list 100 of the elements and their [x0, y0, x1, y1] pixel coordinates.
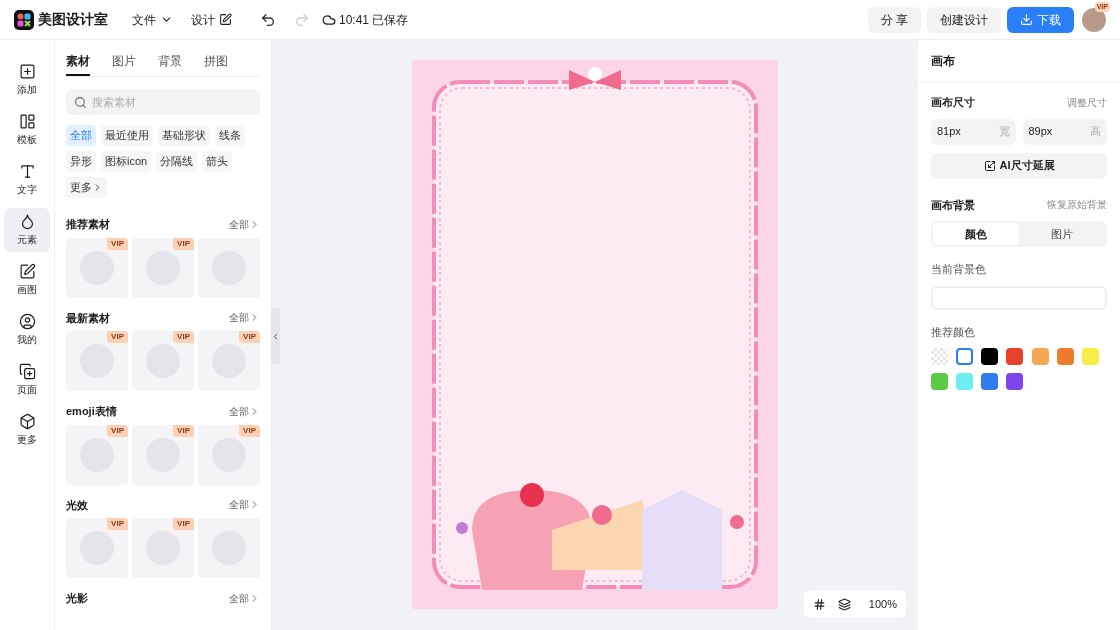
size-unit: 高 [1090, 124, 1101, 140]
filter-chip[interactable]: 全部 [66, 125, 96, 146]
panel-tab[interactable]: 素材 [66, 52, 90, 76]
action-button[interactable]: 创建设计 [927, 6, 1001, 33]
size-field[interactable]: 89px 高 [1022, 118, 1107, 145]
vip-badge: VIP [239, 424, 260, 437]
filter-chip[interactable]: 最近使用 [101, 125, 153, 146]
filter-chip[interactable]: 更多 [66, 177, 107, 198]
collapse-handle[interactable] [271, 308, 280, 364]
element-thumbnail[interactable]: VIP [66, 518, 128, 578]
chevron-right-icon [249, 218, 260, 230]
vip-badge: VIP [173, 424, 194, 437]
action-button[interactable]: 分 享 [867, 6, 921, 33]
section-title: 最新素材 [66, 310, 110, 326]
chevron-right-icon [249, 592, 260, 604]
save-status: 10:41 已保存 [339, 11, 409, 29]
user-circle-icon [18, 313, 36, 330]
rail-tab[interactable]: 我的 [4, 308, 50, 352]
download-button[interactable]: 下载 [1007, 6, 1074, 33]
menu-button[interactable]: 设计 [191, 10, 232, 29]
element-thumbnail[interactable]: VIP [66, 237, 128, 298]
rail-tab[interactable]: 画图 [4, 258, 50, 302]
vip-badge: VIP [107, 331, 128, 343]
color-swatch[interactable] [1006, 348, 1024, 365]
size-unit: 宽 [998, 124, 1010, 140]
rail-tab[interactable]: 页面 [4, 358, 50, 402]
color-swatch[interactable] [1031, 348, 1049, 365]
see-all-link[interactable]: 全部 [229, 216, 260, 232]
rail-tab[interactable]: 文字 [4, 158, 50, 202]
image-placeholder [80, 250, 114, 285]
reset-background-link[interactable]: 恢复原始背景 [1047, 196, 1107, 213]
element-thumbnail[interactable]: VIP [132, 237, 194, 298]
download-icon [1020, 13, 1033, 26]
element-thumbnail[interactable]: VIP [66, 331, 128, 391]
app-name: 美图设计室 [38, 10, 108, 29]
see-all-link[interactable]: 全部 [229, 497, 260, 513]
image-placeholder [80, 437, 114, 472]
filter-chip[interactable]: 分隔线 [156, 151, 198, 172]
filter-chip[interactable]: 箭头 [202, 151, 233, 172]
image-placeholder [212, 437, 246, 472]
transparent-swatch[interactable] [931, 348, 948, 365]
search-field[interactable]: 搜索素材 [66, 89, 260, 115]
plus-square-icon [18, 63, 36, 80]
element-thumbnail[interactable]: VIP [198, 331, 260, 391]
segment-option[interactable]: 颜色 [933, 223, 1019, 245]
size-field[interactable]: 81px 宽 [931, 118, 1016, 145]
chevron-right-icon [249, 499, 260, 511]
vip-badge: VIP [173, 518, 194, 530]
filter-chip[interactable]: 图标icon [101, 151, 152, 172]
element-thumbnail[interactable]: VIP [66, 424, 128, 485]
element-thumbnail[interactable] [198, 237, 260, 298]
search-icon [74, 96, 87, 109]
zoom-level[interactable]: 100% [868, 595, 897, 613]
element-thumbnail[interactable] [198, 518, 260, 578]
rail-tab[interactable]: 元素 [4, 208, 50, 252]
element-thumbnail[interactable]: VIP [132, 518, 194, 578]
see-all-link[interactable]: 全部 [229, 310, 260, 326]
see-all-link[interactable]: 全部 [229, 403, 260, 419]
avatar[interactable] [1082, 7, 1106, 32]
color-swatch[interactable] [931, 373, 948, 390]
text-icon [18, 163, 36, 180]
ai-resize-button[interactable]: AI尺寸延展 [931, 152, 1107, 179]
element-thumbnail[interactable]: VIP [132, 331, 194, 391]
see-all-link[interactable]: 全部 [229, 590, 260, 606]
color-swatch[interactable] [981, 373, 999, 390]
layers-icon[interactable] [837, 597, 851, 611]
element-thumbnail[interactable]: VIP [198, 424, 260, 485]
color-swatch[interactable] [1006, 373, 1024, 390]
size-value: 89px [1028, 124, 1053, 140]
app-logo-icon [14, 9, 34, 30]
panel-tab[interactable]: 拼图 [204, 52, 228, 76]
grid-icon[interactable] [812, 597, 826, 611]
image-placeholder [212, 344, 246, 378]
panel-tab[interactable]: 图片 [112, 52, 136, 76]
color-swatch[interactable] [1056, 348, 1074, 365]
section-title: 推荐素材 [66, 217, 110, 232]
edit-icon [219, 13, 232, 26]
section-title: 画布尺寸 [931, 95, 975, 110]
undo-icon[interactable] [260, 11, 276, 28]
color-swatch[interactable] [981, 348, 999, 365]
color-swatch[interactable] [956, 348, 974, 365]
filter-chip[interactable]: 异形 [66, 151, 96, 172]
color-swatch[interactable] [1081, 348, 1099, 365]
panel-tab[interactable]: 背景 [158, 52, 182, 76]
chevron-right-icon [249, 312, 260, 324]
cube-icon [18, 413, 36, 430]
filter-chip[interactable]: 基础形状 [158, 125, 210, 146]
chevron-left-icon [271, 331, 280, 341]
rail-tab[interactable]: 添加 [4, 58, 50, 102]
rail-tab[interactable]: 更多 [4, 408, 50, 452]
image-placeholder [80, 531, 114, 565]
vip-badge: VIP [107, 424, 128, 437]
panel-title: 画布 [918, 40, 1120, 83]
element-thumbnail[interactable]: VIP [132, 424, 194, 485]
resize-link[interactable]: 调整尺寸 [1067, 94, 1107, 111]
rail-tab[interactable]: 模板 [4, 108, 50, 152]
filter-chip[interactable]: 线条 [215, 125, 245, 146]
color-swatch[interactable] [956, 373, 974, 390]
menu-button[interactable]: 文件 [132, 10, 173, 29]
segment-option[interactable]: 图片 [1019, 223, 1105, 245]
